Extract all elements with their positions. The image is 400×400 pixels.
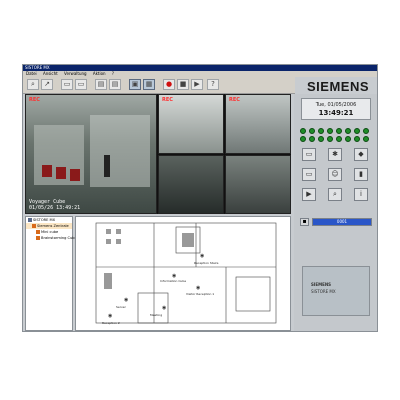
status-led — [336, 136, 342, 142]
user-button[interactable]: ☺ — [328, 168, 342, 181]
map-label: Reception 2 — [102, 321, 120, 325]
playback-button[interactable]: ▶ — [302, 188, 316, 201]
camera-caption: Voyager Cube 01/05/26 13:49:21 — [29, 199, 81, 211]
camera-button[interactable]: ▭ — [302, 148, 316, 161]
status-led — [318, 136, 324, 142]
search-button[interactable]: ⌕ — [328, 188, 342, 201]
camera-marker-icon[interactable]: ◉ — [162, 305, 166, 311]
status-led — [327, 136, 333, 142]
camera-view-1[interactable]: REC Voyager Cube 01/05/26 13:49:21 — [25, 94, 157, 214]
tree-item[interactable]: Brainstorming Cube — [26, 235, 77, 241]
alarm-button[interactable]: ◆ — [354, 148, 368, 161]
map-label: Information Cube — [160, 279, 187, 283]
settings-button[interactable]: ✱ — [328, 148, 342, 161]
status-panel: Tue, 01/05/2006 13:49:21 ▭ ✱ ◆ ▭ ☺ ▮ ▶ ⌕… — [294, 94, 377, 331]
time-text: 13:49:21 — [318, 109, 354, 117]
progress-label: 0001 — [336, 219, 348, 224]
status-led — [327, 128, 333, 134]
map-label: Server — [116, 305, 126, 309]
status-led — [345, 128, 351, 134]
camera-marker-icon[interactable]: ◉ — [172, 273, 176, 279]
video-grid: REC Voyager Cube 01/05/26 13:49:21 REC R… — [25, 94, 291, 214]
menu-datei[interactable]: Datei — [26, 71, 37, 76]
toolbar: ⌕ ↗ ▭ ▭ ▤ ▤ ▣ ▦ ● ■ ▶ ? — [23, 77, 295, 94]
zoom-icon[interactable]: ⌕ — [27, 79, 39, 90]
menu-verwaltung[interactable]: Verwaltung — [64, 71, 87, 76]
grid-icon[interactable]: ▤ — [95, 79, 107, 90]
archive-button[interactable]: ▮ — [354, 168, 368, 181]
date-text: Tue, 01/05/2006 — [315, 102, 357, 108]
status-leds — [300, 128, 374, 142]
map-label: Reception Stairs — [194, 261, 219, 265]
play-icon[interactable]: ▶ — [191, 79, 203, 90]
logo-product: SISTORE MX — [311, 289, 336, 294]
status-led — [318, 128, 324, 134]
camera-view-3[interactable]: REC — [225, 94, 291, 154]
rec-indicator: REC — [162, 97, 173, 103]
fullscreen-icon[interactable]: ▣ — [129, 79, 141, 90]
map-label: Visitor Reception 1 — [186, 292, 215, 296]
status-led — [363, 128, 369, 134]
camera-view-2[interactable]: REC — [158, 94, 224, 154]
split-view-icon[interactable]: ▦ — [143, 79, 155, 90]
floor-plan[interactable]: Reception Stairs Information Cube Visito… — [75, 216, 291, 331]
menu-aktion[interactable]: Aktion — [93, 71, 106, 76]
arrow-icon[interactable]: ↗ — [41, 79, 53, 90]
help-icon[interactable]: ? — [207, 79, 219, 90]
camera-view-5[interactable] — [225, 155, 291, 214]
product-logo: SIEMENS SISTORE MX — [302, 266, 370, 316]
cam-icon[interactable]: ▭ — [61, 79, 73, 90]
export-button[interactable]: ▭ — [302, 168, 316, 181]
folder-icon — [36, 230, 40, 234]
camera-marker-icon[interactable]: ◉ — [108, 313, 112, 319]
status-led — [363, 136, 369, 142]
disk-icon: ▪ — [300, 218, 309, 226]
status-led — [345, 136, 351, 142]
camera-marker-icon[interactable]: ◉ — [196, 285, 200, 291]
info-button[interactable]: i — [354, 188, 368, 201]
rec-indicator: REC — [29, 97, 40, 103]
map-label: Meeting — [150, 313, 163, 317]
site-tree: SISTORE MX Siemens Zentrale Mini cube Br… — [25, 216, 77, 331]
brand-logo: SIEMENS — [307, 79, 370, 94]
camera-marker-icon[interactable]: ◉ — [200, 253, 204, 259]
datetime-display: Tue, 01/05/2006 13:49:21 — [301, 98, 371, 120]
folder-icon — [36, 236, 40, 240]
storage-progress: 0001 — [312, 218, 372, 226]
status-led — [354, 128, 360, 134]
status-led — [309, 136, 315, 142]
app-window: SISTORE MX Datei Ansicht Verwaltung Akti… — [22, 64, 378, 332]
camera-marker-icon[interactable]: ◉ — [124, 297, 128, 303]
computer-icon — [28, 218, 32, 222]
grid-icon[interactable]: ▤ — [109, 79, 121, 90]
status-led — [300, 128, 306, 134]
status-led — [309, 128, 315, 134]
rec-indicator: REC — [229, 97, 240, 103]
logo-brand: SIEMENS — [311, 282, 332, 287]
folder-icon — [32, 224, 36, 228]
status-led — [300, 136, 306, 142]
menu-help[interactable]: ? — [112, 71, 114, 76]
camera-view-4[interactable] — [158, 155, 224, 214]
camera-scene-1 — [34, 115, 150, 187]
cam-icon[interactable]: ▭ — [75, 79, 87, 90]
stop-icon[interactable]: ■ — [177, 79, 189, 90]
menu-ansicht[interactable]: Ansicht — [43, 71, 58, 76]
status-led — [336, 128, 342, 134]
status-led — [354, 136, 360, 142]
record-icon[interactable]: ● — [163, 79, 175, 90]
